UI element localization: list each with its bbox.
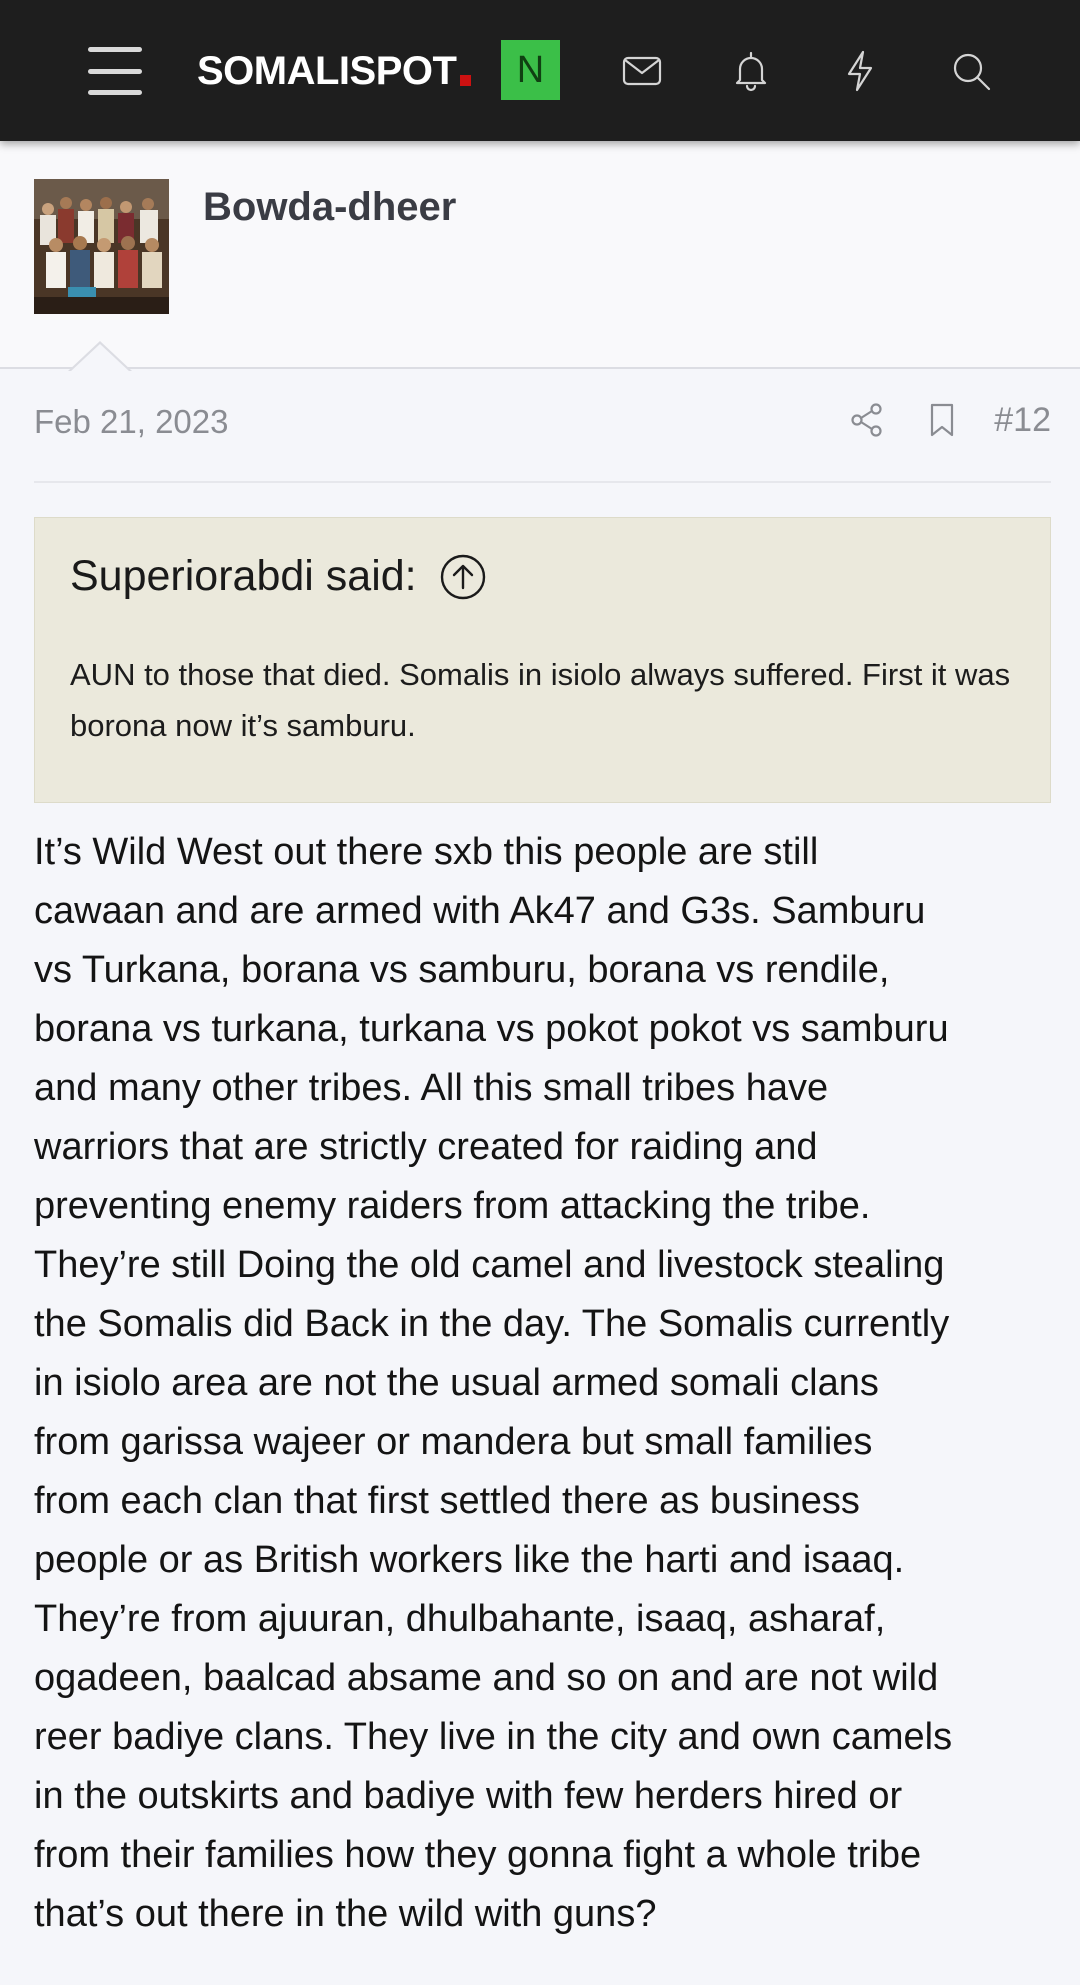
post-line: warriors that are strictly created for r… [34,1126,818,1168]
username[interactable]: Bowda-dheer [203,185,456,230]
quote-header: Superiorabdi said: [70,552,1015,601]
post-line: They’re still Doing the old camel and li… [34,1244,945,1286]
post-line: reer badiye clans. They live in the city… [34,1716,953,1758]
menu-icon[interactable] [82,40,148,102]
avatar[interactable] [34,179,169,314]
post-line: people or as British workers like the ha… [34,1539,905,1581]
post-line: in isiolo area are not the usual armed s… [34,1362,879,1404]
post-date[interactable]: Feb 21, 2023 [34,403,229,441]
post-line: and many other tribes. All this small tr… [34,1067,829,1109]
bookmark-icon[interactable] [917,395,967,445]
post-line: from each clan that first settled there … [34,1480,860,1522]
author-pointer [68,341,132,372]
post-line: borana vs turkana, turkana vs pokot poko… [34,1008,949,1050]
post-line: It’s Wild West out there sxb this people… [34,831,819,873]
bell-icon[interactable] [716,36,786,106]
quote-author[interactable]: Superiorabdi said: [70,552,417,601]
post-body: It’s Wild West out there sxb this people… [34,823,1054,1944]
post-meta-bar: Feb 21, 2023 #12 [34,395,1051,483]
envelope-icon[interactable] [607,36,677,106]
site-logo[interactable]: SOMALISPOT [197,42,472,100]
post-number[interactable]: #12 [994,401,1051,440]
quote-block: Superiorabdi said: AUN to those that die… [34,517,1051,803]
post-line: from their families how they gonna fight… [34,1834,922,1876]
quote-text: AUN to those that died. Somalis in isiol… [70,657,1011,743]
post-line: ogadeen, baalcad absame and so on and ar… [34,1657,939,1699]
avatar-photo [34,179,169,314]
logo-text: SOMALISPOT [197,48,457,93]
lightning-icon[interactable] [825,36,895,106]
post-line: that’s out there in the wild with guns? [34,1893,657,1935]
arrow-up-circle-icon[interactable] [439,553,487,601]
share-icon[interactable] [842,395,892,445]
new-posts-badge[interactable]: N [501,40,560,100]
logo-dot [460,75,472,86]
post-line: the Somalis did Back in the day. The Som… [34,1303,950,1345]
post-line: cawaan and are armed with Ak47 and G3s. … [34,890,926,932]
post-author-block: Bowda-dheer [0,141,1080,372]
post-line: from garissa wajeer or mandera but small… [34,1421,873,1463]
post-line: They’re from ajuuran, dhulbahante, isaaq… [34,1598,886,1640]
post-line: in the outskirts and badiye with few her… [34,1775,903,1817]
top-navigation-bar: SOMALISPOT N [0,0,1080,141]
post-line: vs Turkana, borana vs samburu, borana vs… [34,949,890,991]
post-line: preventing enemy raiders from attacking … [34,1185,871,1227]
search-icon[interactable] [936,36,1006,106]
